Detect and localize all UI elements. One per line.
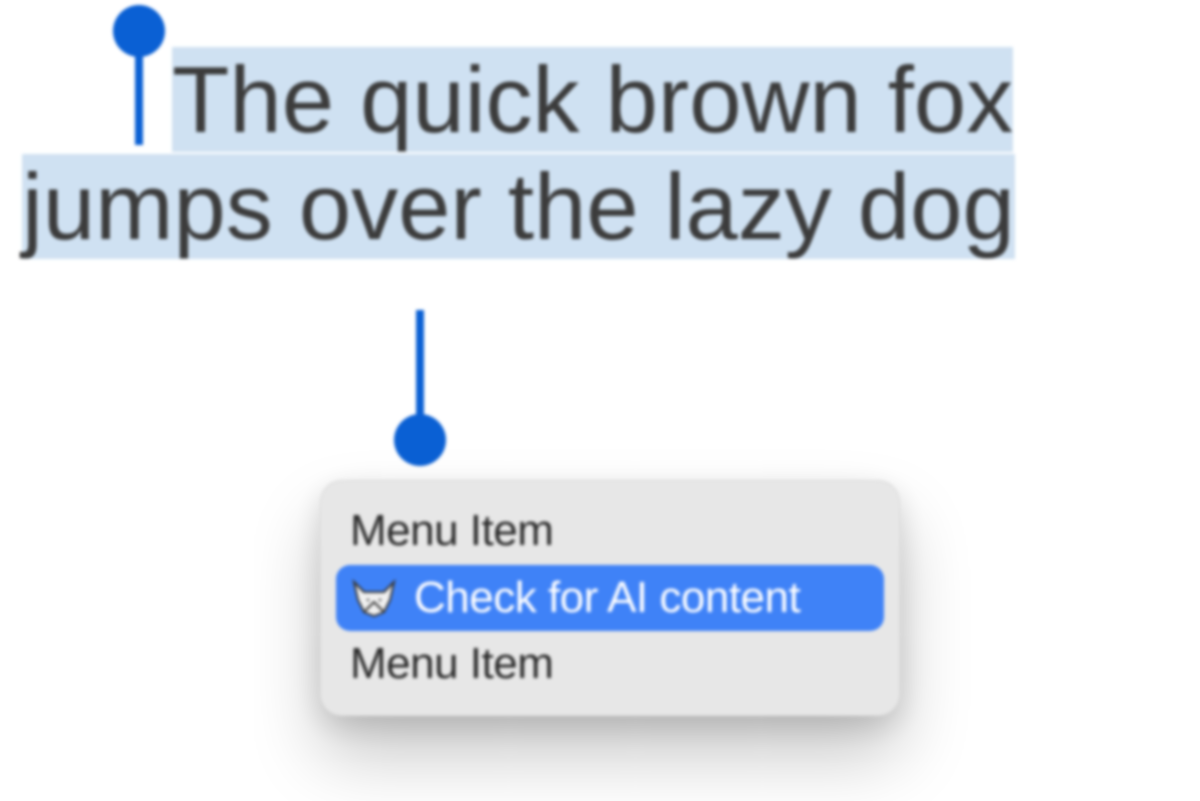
- selection-text: The quick brown fox jumps over the lazy …: [22, 47, 1015, 259]
- menu-item-label: Menu Item: [350, 506, 553, 557]
- menu-item[interactable]: Menu Item: [336, 631, 884, 698]
- context-menu: Menu Item Check for AI content Menu Item: [320, 480, 900, 716]
- menu-item-check-ai[interactable]: Check for AI content: [336, 565, 884, 632]
- menu-item[interactable]: Menu Item: [336, 498, 884, 565]
- selection-handle-start[interactable]: [113, 5, 165, 57]
- fox-icon: [350, 578, 398, 618]
- menu-item-label: Menu Item: [350, 639, 553, 690]
- selected-text[interactable]: The quick brown fox jumps over the lazy …: [22, 46, 1162, 260]
- menu-item-label: Check for AI content: [414, 573, 800, 624]
- selection-handle-end[interactable]: [394, 414, 446, 466]
